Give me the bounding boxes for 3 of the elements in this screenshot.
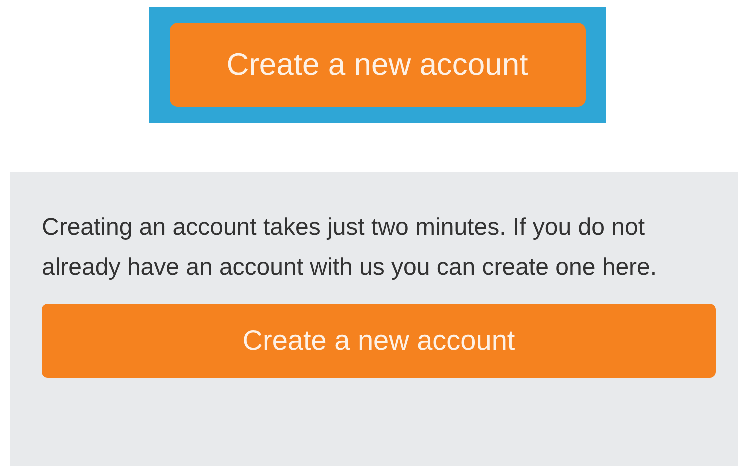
create-account-button[interactable]: Create a new account: [170, 23, 586, 107]
create-account-button[interactable]: Create a new account: [42, 304, 716, 378]
panel-text: Creating an account takes just two minutes. If you do not already have an account with us you can create one here.: [42, 213, 658, 283]
